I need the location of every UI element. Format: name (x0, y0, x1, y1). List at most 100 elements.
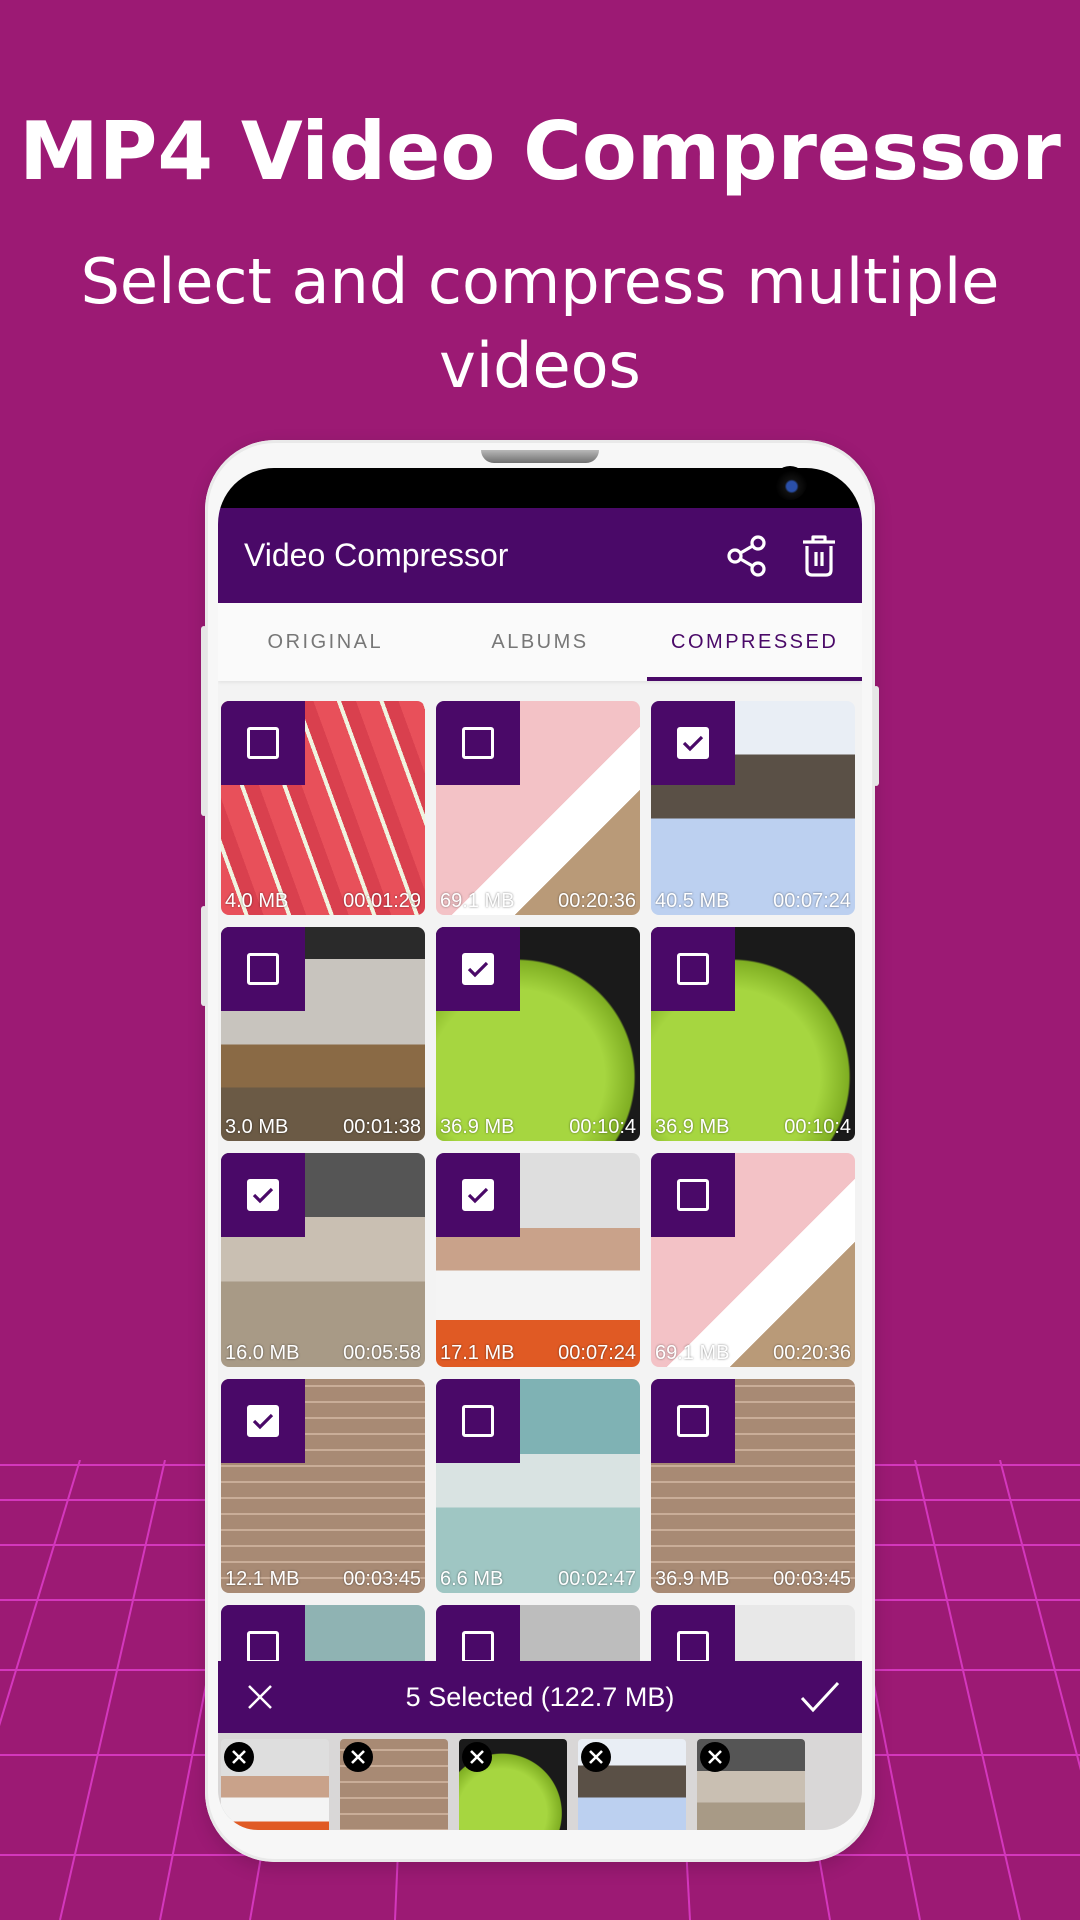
video-size: 36.9 MB (655, 1116, 730, 1138)
video-meta: 36.9 MB 00:03:45 (655, 1568, 851, 1591)
select-checkbox-area[interactable] (221, 1153, 305, 1237)
checkmark-icon (682, 735, 704, 752)
video-duration: 00:20:36 (773, 1342, 851, 1364)
video-duration: 00:03:45 (343, 1568, 421, 1590)
select-checkbox-area[interactable] (651, 701, 735, 785)
video-meta: 12.1 MB 00:03:45 (225, 1568, 421, 1591)
remove-selection-button[interactable] (224, 1742, 254, 1772)
checkbox-checked[interactable] (247, 1405, 279, 1437)
status-bar (218, 468, 862, 508)
video-duration: 00:10:4 (569, 1116, 636, 1138)
select-checkbox-area[interactable] (651, 927, 735, 1011)
video-thumbnail[interactable]: 69.1 MB 00:20:36 (651, 1153, 855, 1367)
video-meta: 3.0 MB 00:01:38 (225, 1116, 421, 1139)
video-duration: 00:01:38 (343, 1116, 421, 1138)
checkbox-unchecked[interactable] (677, 1179, 709, 1211)
remove-icon (470, 1750, 484, 1764)
video-thumbnail[interactable]: 4.0 MB 00:01:29 (221, 701, 425, 915)
video-size: 17.1 MB (440, 1342, 515, 1364)
video-meta: 69.1 MB 00:20:36 (655, 1342, 851, 1365)
selected-video-thumb[interactable] (340, 1739, 448, 1830)
share-button[interactable] (718, 527, 776, 585)
video-meta: 17.1 MB 00:07:24 (440, 1342, 636, 1365)
checkbox-checked[interactable] (247, 1179, 279, 1211)
selected-videos-tray (218, 1733, 862, 1830)
select-checkbox-area[interactable] (436, 927, 520, 1011)
video-size: 12.1 MB (225, 1568, 300, 1590)
checkbox-unchecked[interactable] (677, 1405, 709, 1437)
video-duration: 00:02:47 (558, 1568, 636, 1590)
remove-icon (708, 1750, 722, 1764)
selected-video-thumb[interactable] (697, 1739, 805, 1830)
checkbox-unchecked[interactable] (462, 1631, 494, 1663)
phone-speaker (481, 450, 599, 463)
video-meta: 4.0 MB 00:01:29 (225, 890, 421, 913)
video-size: 36.9 MB (440, 1116, 515, 1138)
checkbox-unchecked[interactable] (462, 1405, 494, 1437)
checkbox-unchecked[interactable] (677, 1631, 709, 1663)
checkbox-unchecked[interactable] (462, 727, 494, 759)
selected-video-thumb[interactable] (578, 1739, 686, 1830)
video-grid: 4.0 MB 00:01:29 69.1 MB 00:20:36 40.5 MB 00:0… (221, 701, 861, 1819)
video-thumbnail[interactable]: 36.9 MB 00:10:4 (651, 927, 855, 1141)
check-icon (800, 1681, 840, 1713)
tab-compressed[interactable]: COMPRESSED (647, 603, 862, 681)
video-thumbnail[interactable]: 16.0 MB 00:05:58 (221, 1153, 425, 1367)
selected-video-thumb[interactable] (459, 1739, 567, 1830)
remove-selection-button[interactable] (581, 1742, 611, 1772)
remove-selection-button[interactable] (462, 1742, 492, 1772)
select-checkbox-area[interactable] (651, 1153, 735, 1237)
remove-icon (232, 1750, 246, 1764)
video-size: 6.6 MB (440, 1568, 504, 1590)
video-thumbnail[interactable]: 40.5 MB 00:07:24 (651, 701, 855, 915)
video-thumbnail[interactable]: 69.1 MB 00:20:36 (436, 701, 640, 915)
app-bar: Video Compressor (218, 508, 862, 603)
video-thumbnail[interactable]: 36.9 MB 00:03:45 (651, 1379, 855, 1593)
app-title: Video Compressor (244, 537, 509, 573)
delete-button[interactable] (790, 527, 848, 585)
video-thumbnail[interactable]: 3.0 MB 00:01:38 (221, 927, 425, 1141)
video-size: 16.0 MB (225, 1342, 300, 1364)
confirm-compress-button[interactable] (778, 1681, 862, 1713)
video-size: 3.0 MB (225, 1116, 289, 1138)
remove-selection-button[interactable] (700, 1742, 730, 1772)
select-checkbox-area[interactable] (221, 701, 305, 785)
checkbox-checked[interactable] (677, 727, 709, 759)
checkbox-unchecked[interactable] (247, 953, 279, 985)
tab-original[interactable]: ORIGINAL (218, 603, 433, 681)
select-checkbox-area[interactable] (221, 927, 305, 1011)
tab-bar: ORIGINAL ALBUMS COMPRESSED (218, 603, 862, 681)
remove-icon (351, 1750, 365, 1764)
select-checkbox-area[interactable] (436, 1379, 520, 1463)
select-checkbox-area[interactable] (436, 1153, 520, 1237)
select-checkbox-area[interactable] (221, 1379, 305, 1463)
checkbox-checked[interactable] (462, 953, 494, 985)
phone-side-button (873, 686, 879, 786)
video-thumbnail[interactable]: 6.6 MB 00:02:47 (436, 1379, 640, 1593)
checkmark-icon (467, 1187, 489, 1204)
select-checkbox-area[interactable] (651, 1379, 735, 1463)
checkmark-icon (467, 961, 489, 978)
video-thumbnail[interactable]: 17.1 MB 00:07:24 (436, 1153, 640, 1367)
clear-selection-button[interactable] (218, 1683, 302, 1711)
checkbox-checked[interactable] (462, 1179, 494, 1211)
video-size: 69.1 MB (655, 1342, 730, 1364)
checkbox-unchecked[interactable] (247, 1631, 279, 1663)
video-duration: 00:07:24 (773, 890, 851, 912)
select-checkbox-area[interactable] (436, 701, 520, 785)
checkbox-unchecked[interactable] (247, 727, 279, 759)
video-duration: 00:10:4 (784, 1116, 851, 1138)
checkbox-unchecked[interactable] (677, 953, 709, 985)
video-thumbnail[interactable]: 12.1 MB 00:03:45 (221, 1379, 425, 1593)
video-meta: 36.9 MB 00:10:4 (655, 1116, 851, 1139)
video-meta: 6.6 MB 00:02:47 (440, 1568, 636, 1591)
promo-headline: MP4 Video Compressor (19, 105, 1061, 198)
selected-video-thumb[interactable] (221, 1739, 329, 1830)
selection-summary: 5 Selected (122.7 MB) (405, 1681, 675, 1712)
video-size: 69.1 MB (440, 890, 515, 912)
remove-selection-button[interactable] (343, 1742, 373, 1772)
video-size: 40.5 MB (655, 890, 730, 912)
video-thumbnail[interactable]: 36.9 MB 00:10:4 (436, 927, 640, 1141)
video-duration: 00:03:45 (773, 1568, 851, 1590)
tab-albums[interactable]: ALBUMS (433, 603, 648, 681)
